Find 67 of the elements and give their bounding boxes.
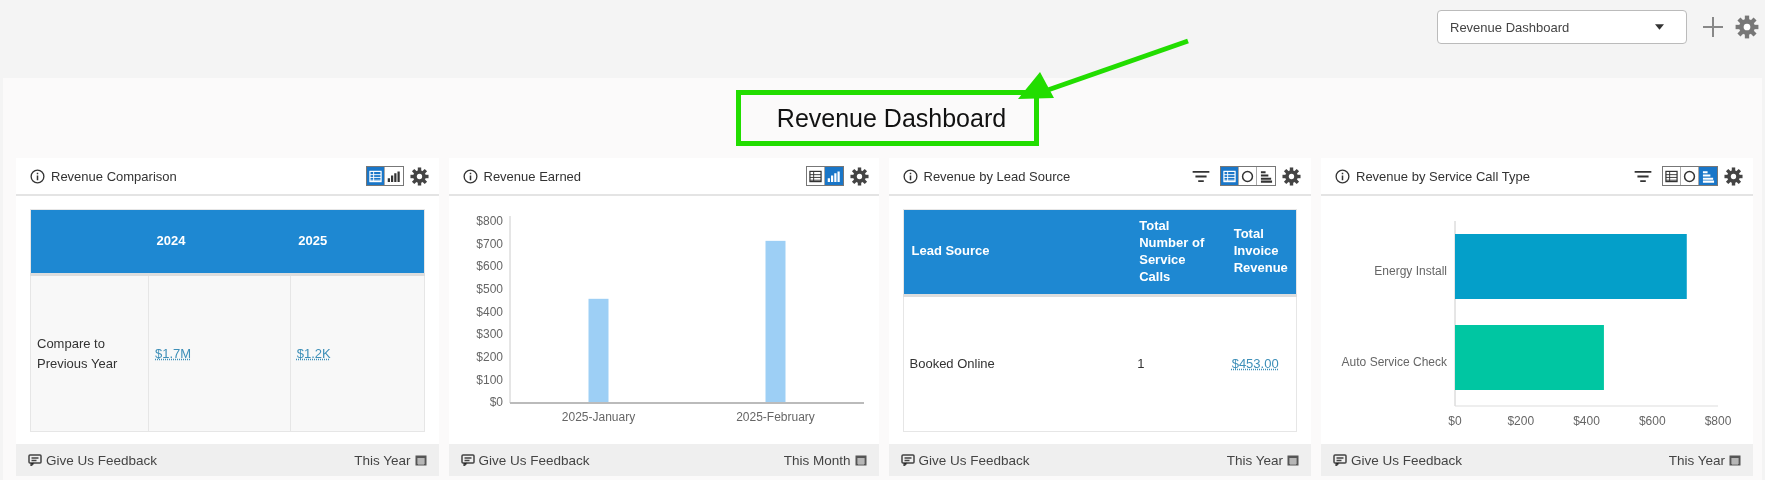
table-view-button[interactable] [1663, 167, 1681, 185]
table-cell: 1 [1137, 356, 1145, 372]
filter-icon[interactable] [1192, 169, 1210, 183]
feedback-icon [28, 454, 42, 466]
filter-icon[interactable] [1634, 169, 1652, 183]
donut-view-button[interactable] [1239, 167, 1257, 185]
axis-tick-label: $600 [475, 259, 503, 274]
feedback-link[interactable]: Give Us Feedback [900, 452, 1030, 468]
period-selector[interactable]: This Year [1668, 452, 1741, 468]
value-link[interactable]: $453.00 [1231, 356, 1279, 372]
card-title: Revenue Earned [483, 168, 582, 184]
caret-icon [1655, 24, 1664, 30]
calendar-icon [1287, 454, 1299, 466]
axis-tick-label: $100 [475, 372, 503, 387]
card-title: Revenue by Service Call Type [1356, 168, 1530, 184]
column-header: Total Invoice Revenue [1233, 226, 1288, 276]
category-label: 2025-February [735, 410, 815, 424]
info-icon[interactable] [1335, 168, 1350, 184]
calendar-icon [414, 454, 427, 466]
donut-view-button[interactable] [1681, 167, 1699, 185]
column-header: 2025 [298, 233, 328, 249]
feedback-icon [900, 454, 915, 466]
period-selector[interactable]: This Year [1226, 452, 1299, 468]
axis-tick-label: $200 [1507, 414, 1535, 428]
calendar-icon [1729, 454, 1741, 466]
feedback-link[interactable]: Give Us Feedback [460, 452, 590, 468]
card-title: Revenue by Lead Source [923, 168, 1071, 184]
axis-tick-label: $0 [1448, 414, 1462, 428]
card-title: Revenue Comparison [51, 168, 177, 184]
category-label: 2025-January [561, 410, 635, 424]
table-view-button[interactable] [806, 167, 825, 185]
period-selector[interactable]: This Year [354, 452, 427, 468]
settings-icon[interactable] [1735, 15, 1759, 39]
column-header: Total Number of Service Calls [1139, 218, 1205, 284]
axis-tick-label: $300 [475, 327, 503, 342]
axis-tick-label: $800 [1704, 414, 1732, 428]
axis-tick-label: $500 [475, 281, 503, 296]
settings-icon[interactable] [1724, 166, 1743, 186]
settings-icon[interactable] [409, 166, 429, 186]
info-icon[interactable] [462, 168, 478, 184]
feedback-icon [1333, 454, 1347, 466]
axis-tick-label: $400 [1573, 414, 1600, 428]
axis-tick-label: $0 [489, 395, 503, 410]
info-icon[interactable] [902, 168, 918, 184]
category-label: Auto Service Check [1341, 354, 1447, 369]
calendar-icon [854, 454, 867, 466]
dashboard-select[interactable]: Revenue Dashboard [1437, 10, 1687, 44]
add-icon[interactable] [1703, 17, 1723, 37]
feedback-icon [460, 454, 475, 466]
axis-tick-label: $400 [475, 304, 503, 319]
period-selector[interactable]: This Month [783, 452, 867, 468]
axis-tick-label: $600 [1638, 414, 1666, 428]
value-link[interactable]: $1.2K [296, 345, 331, 361]
category-label: Energy Install [1374, 263, 1447, 278]
axis-tick-label: $200 [475, 349, 503, 364]
column-header: 2024 [156, 233, 186, 249]
info-icon[interactable] [30, 168, 45, 184]
table-cell: Booked Online [909, 356, 995, 372]
settings-icon[interactable] [1282, 166, 1301, 186]
settings-icon[interactable] [849, 166, 869, 186]
dashboard-title: Revenue Dashboard [735, 90, 1040, 146]
table-cell: Compare to Previous Year [37, 336, 118, 371]
column-header: Lead Source [911, 243, 990, 259]
axis-tick-label: $700 [475, 236, 503, 251]
axis-tick-label: $800 [475, 213, 503, 228]
feedback-link[interactable]: Give Us Feedback [28, 452, 158, 468]
feedback-link[interactable]: Give Us Feedback [1333, 452, 1463, 468]
